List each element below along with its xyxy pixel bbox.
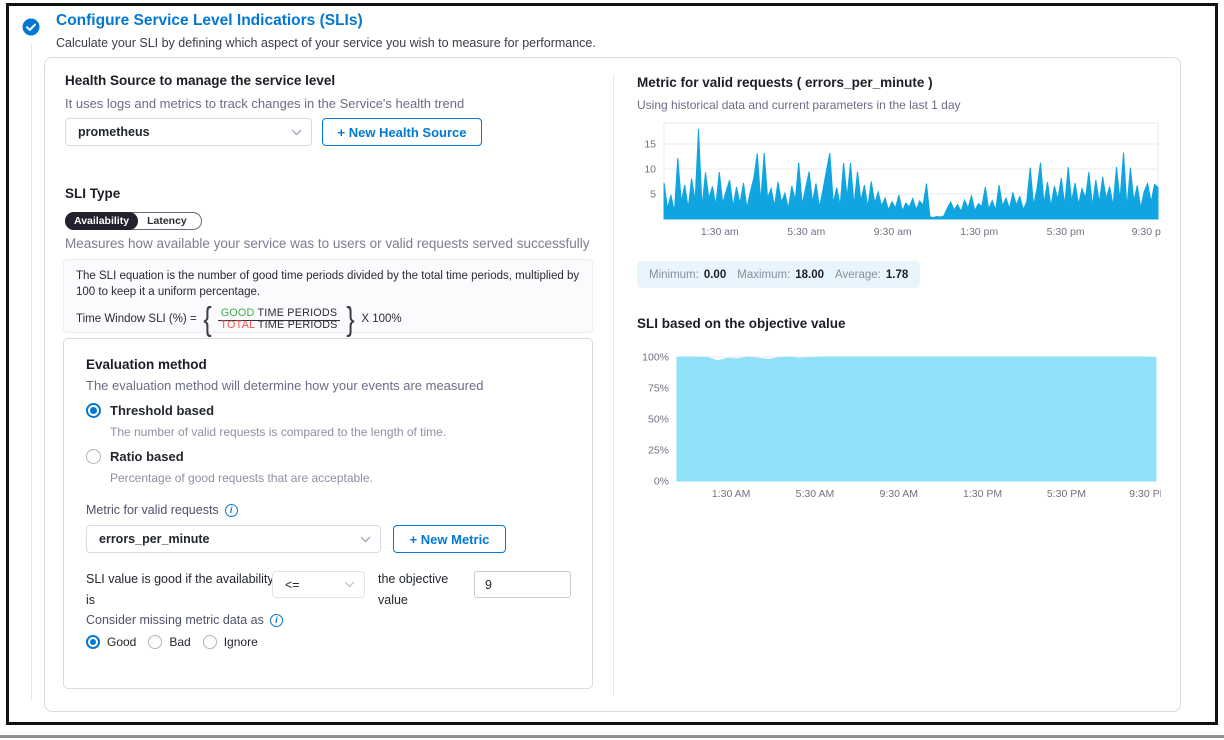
missing-option-bad[interactable]: Bad bbox=[148, 635, 190, 649]
sli-equation-formula: Time Window SLI (%) = { GOOD TIME PERIOD… bbox=[76, 302, 580, 335]
operator-selected-value: <= bbox=[285, 578, 300, 592]
good-radio[interactable] bbox=[86, 635, 100, 649]
svg-text:100%: 100% bbox=[642, 352, 669, 364]
info-icon[interactable] bbox=[225, 504, 238, 517]
evaluation-method-description: The evaluation method will determine how… bbox=[86, 378, 483, 393]
sli-objective-chart: 0% 25% 50% 75% 100% 1:30 AM 5:30 AM 9:30 AM 1:30… bbox=[631, 351, 1161, 503]
svg-text:10: 10 bbox=[644, 164, 656, 176]
missing-option-good[interactable]: Good bbox=[86, 635, 136, 649]
equation-fraction: GOOD TIME PERIODS TOTAL TIME PERIODS bbox=[218, 307, 341, 331]
svg-text:5:30 PM: 5:30 PM bbox=[1047, 488, 1086, 500]
metric-for-valid-requests-label: Metric for valid requests bbox=[86, 503, 238, 517]
missing-data-options: Good Bad Ignore bbox=[86, 635, 258, 649]
fraction-denominator: TOTAL TIME PERIODS bbox=[220, 318, 337, 331]
page-subtitle: Calculate your SLI by defining which asp… bbox=[56, 36, 596, 50]
metric-stats-chip: Minimum: 0.00 Maximum: 18.00 Average: 1.… bbox=[637, 261, 920, 288]
missing-metric-data-label: Consider missing metric data as bbox=[86, 613, 283, 627]
equation-prefix: Time Window SLI (%) = bbox=[76, 313, 197, 325]
evaluation-method-box: Evaluation method The evaluation method … bbox=[63, 338, 593, 689]
threshold-based-radio[interactable] bbox=[86, 403, 101, 418]
svg-text:1:30 pm: 1:30 pm bbox=[960, 226, 998, 238]
svg-text:50%: 50% bbox=[648, 414, 669, 426]
bottom-edge-line bbox=[0, 735, 1224, 738]
ignore-radio[interactable] bbox=[203, 635, 217, 649]
sli-type-label: SLI Type bbox=[65, 186, 120, 201]
health-source-description: It uses logs and metrics to track change… bbox=[65, 96, 464, 111]
health-source-label: Health Source to manage the service leve… bbox=[65, 73, 335, 88]
sli-equation-panel: The SLI equation is the number of good t… bbox=[63, 259, 593, 333]
ratio-based-description: Percentage of good requests that are acc… bbox=[110, 471, 373, 485]
bad-radio[interactable] bbox=[148, 635, 162, 649]
step-complete-check-icon bbox=[22, 18, 40, 36]
column-divider bbox=[613, 74, 614, 696]
svg-text:0%: 0% bbox=[654, 476, 669, 488]
slo-configuration-page: Configure Service Level Indicatiors (SLI… bbox=[0, 0, 1224, 740]
svg-text:9:30 AM: 9:30 AM bbox=[880, 488, 919, 500]
chevron-down-icon bbox=[291, 129, 302, 136]
sli-type-toggle[interactable]: Availability Latency bbox=[65, 212, 202, 230]
ratio-based-radio[interactable] bbox=[86, 449, 101, 464]
stat-minimum: Minimum: 0.00 bbox=[649, 269, 726, 281]
svg-text:9:30 PM: 9:30 PM bbox=[1129, 488, 1161, 500]
info-icon[interactable] bbox=[270, 614, 283, 627]
svg-text:9:30 am: 9:30 am bbox=[874, 226, 912, 238]
missing-option-ignore[interactable]: Ignore bbox=[203, 635, 258, 649]
svg-text:5:30 AM: 5:30 AM bbox=[796, 488, 835, 500]
evaluation-method-label: Evaluation method bbox=[86, 357, 207, 372]
svg-text:25%: 25% bbox=[648, 445, 669, 457]
sli-condition-suffix: the objective value bbox=[378, 569, 470, 612]
ratio-based-option[interactable]: Ratio based bbox=[86, 449, 184, 464]
svg-text:5:30 pm: 5:30 pm bbox=[1047, 226, 1085, 238]
sli-type-description: Measures how available your service was … bbox=[65, 236, 605, 251]
objective-value-input[interactable] bbox=[474, 571, 571, 598]
valid-requests-metric-select[interactable]: errors_per_minute bbox=[86, 525, 381, 553]
metric-chart-subtitle: Using historical data and current parame… bbox=[637, 98, 961, 112]
sli-condition-prefix: SLI value is good if the availability is bbox=[86, 569, 286, 612]
health-source-selected-value: prometheus bbox=[78, 125, 150, 139]
new-metric-button[interactable]: + New Metric bbox=[393, 525, 506, 553]
new-health-source-button[interactable]: + New Health Source bbox=[322, 118, 482, 146]
svg-text:75%: 75% bbox=[648, 383, 669, 395]
ratio-based-label: Ratio based bbox=[110, 449, 184, 464]
stat-maximum: Maximum: 18.00 bbox=[737, 269, 824, 281]
metric-chart-title: Metric for valid requests ( errors_per_m… bbox=[637, 75, 933, 90]
svg-text:1:30 am: 1:30 am bbox=[701, 226, 739, 238]
stepper-connector-line bbox=[31, 44, 32, 700]
operator-select[interactable]: <= bbox=[272, 571, 365, 598]
svg-text:1:30 PM: 1:30 PM bbox=[963, 488, 1002, 500]
metric-timeseries-chart: 5 10 15 1:30 am 5:30 am 9:30 am 1:30 pm 5:30 pm… bbox=[631, 119, 1161, 239]
svg-text:15: 15 bbox=[644, 139, 656, 151]
sli-type-option-latency[interactable]: Latency bbox=[138, 215, 196, 227]
health-source-select[interactable]: prometheus bbox=[65, 118, 312, 146]
sli-chart-title: SLI based on the objective value bbox=[637, 316, 846, 331]
svg-text:5:30 am: 5:30 am bbox=[787, 226, 825, 238]
stat-average: Average: 1.78 bbox=[835, 269, 908, 281]
svg-text:5: 5 bbox=[650, 189, 656, 201]
threshold-based-description: The number of valid requests is compared… bbox=[110, 425, 446, 439]
chevron-down-icon bbox=[360, 536, 371, 543]
svg-text:9:30 pm: 9:30 pm bbox=[1132, 226, 1161, 238]
sli-equation-text: The SLI equation is the number of good t… bbox=[76, 269, 580, 300]
sli-type-option-availability[interactable]: Availability bbox=[65, 212, 138, 230]
threshold-based-option[interactable]: Threshold based bbox=[86, 403, 214, 418]
equation-suffix: X 100% bbox=[361, 313, 401, 325]
chevron-down-icon bbox=[344, 581, 355, 588]
metric-selected-value: errors_per_minute bbox=[99, 532, 209, 546]
threshold-based-label: Threshold based bbox=[110, 403, 214, 418]
sli-config-card: Health Source to manage the service leve… bbox=[44, 57, 1181, 712]
right-brace: } bbox=[347, 302, 355, 335]
left-brace: { bbox=[203, 302, 211, 335]
page-title: Configure Service Level Indicatiors (SLI… bbox=[56, 12, 363, 30]
svg-text:1:30 AM: 1:30 AM bbox=[712, 488, 751, 500]
